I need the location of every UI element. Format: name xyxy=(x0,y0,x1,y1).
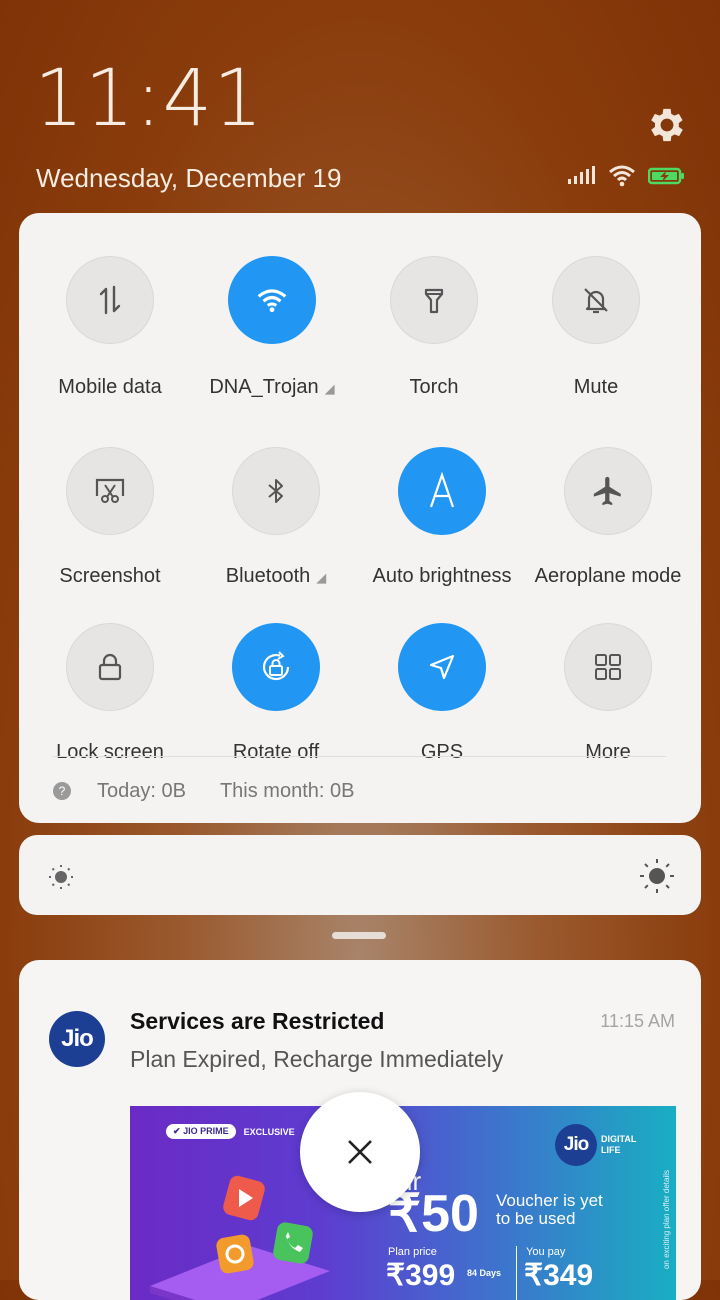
tile-screenshot[interactable]: Screenshot xyxy=(28,447,192,588)
tile-wifi[interactable]: DNA_Trojan ◢ xyxy=(190,256,354,399)
tile-label: GPS xyxy=(420,741,464,763)
tile-label: Rotate off xyxy=(232,741,320,763)
brightness-low-icon xyxy=(47,863,75,896)
tile-gps[interactable]: GPS xyxy=(360,623,524,764)
tile-label: Torch xyxy=(409,376,459,398)
tile-mute[interactable]: Mute xyxy=(514,256,678,399)
lock-icon xyxy=(66,623,154,711)
digital-life-text: DIGITAL LIFE xyxy=(601,1134,637,1155)
tile-more[interactable]: More xyxy=(526,623,690,764)
tile-bluetooth[interactable]: Bluetooth ◢ xyxy=(194,447,358,588)
settings-gear-icon[interactable] xyxy=(645,103,689,147)
tile-label: DNA_Trojan ◢ xyxy=(209,376,335,398)
battery-charging-icon xyxy=(647,166,686,191)
rotate-lock-icon xyxy=(232,623,320,711)
clock-time[interactable]: 11:41 xyxy=(34,60,264,138)
notification-title: Services are Restricted xyxy=(130,1008,385,1034)
usage-month: This month: 0B xyxy=(219,779,355,802)
jio-app-logo: Jio xyxy=(49,1011,105,1067)
tile-torch[interactable]: Torch xyxy=(352,256,516,399)
data-usage[interactable]: ? Today: 0B This month: 0B xyxy=(53,778,354,804)
badge-label: ✔ JIO PRIME xyxy=(166,1124,236,1139)
jio-prime-badge: ✔ JIO PRIME EXCLUSIVE xyxy=(166,1124,295,1139)
brightness-high-icon xyxy=(638,857,676,900)
close-icon xyxy=(348,1140,372,1164)
date-text[interactable]: Wednesday, December 19 xyxy=(36,163,341,194)
tile-lock-screen[interactable]: Lock screen xyxy=(28,623,192,764)
bluetooth-icon xyxy=(232,447,320,535)
torch-icon xyxy=(390,256,478,344)
auto-brightness-icon xyxy=(398,447,486,535)
brightness-slider[interactable] xyxy=(19,835,701,915)
mute-icon xyxy=(552,256,640,344)
help-icon: ? xyxy=(53,782,71,800)
divider xyxy=(52,756,666,757)
tile-label: Lock screen xyxy=(56,741,164,763)
tile-label: Mobile data xyxy=(58,376,162,398)
wifi-icon xyxy=(228,256,316,344)
tile-label: Mute xyxy=(573,376,619,398)
plan-price-label: Plan price xyxy=(388,1246,437,1258)
tile-label: Screenshot xyxy=(59,565,161,587)
usage-today: Today: 0B xyxy=(97,779,186,802)
wifi-icon xyxy=(608,165,636,192)
close-button[interactable] xyxy=(300,1092,420,1212)
jio-digital-life-logo: Jio DIGITAL LIFE xyxy=(555,1124,636,1166)
notification-time: 11:15 AM xyxy=(600,1011,675,1031)
aeroplane-icon xyxy=(564,447,652,535)
price-divider xyxy=(516,1246,517,1300)
grid-icon xyxy=(564,623,652,711)
tile-label: Auto brightness xyxy=(372,565,512,587)
you-pay-label: You pay xyxy=(526,1246,566,1258)
tile-label: Aeroplane mode xyxy=(534,565,682,587)
tile-rotate[interactable]: Rotate off xyxy=(194,623,358,764)
expand-triangle-icon: ◢ xyxy=(324,381,335,396)
plan-days: 84 Days xyxy=(467,1268,502,1278)
notification-text: Plan Expired, Recharge Immediately xyxy=(130,1046,504,1072)
jio-mini-logo: Jio xyxy=(555,1124,597,1166)
signal-icon xyxy=(566,165,596,191)
plan-price: ₹399 xyxy=(386,1259,456,1292)
tile-label: More xyxy=(585,741,631,763)
mobile-data-icon xyxy=(66,256,154,344)
tile-mobile-data[interactable]: Mobile data xyxy=(28,256,192,399)
check-icon: ✔ xyxy=(173,1126,181,1136)
screenshot-icon xyxy=(66,447,154,535)
expand-triangle-icon: ◢ xyxy=(316,570,327,585)
gps-icon xyxy=(398,623,486,711)
you-pay-price: ₹349 xyxy=(524,1259,594,1292)
status-bar-icons xyxy=(566,163,686,193)
panel-drag-handle[interactable] xyxy=(332,932,386,939)
tile-label: Bluetooth ◢ xyxy=(225,565,327,587)
tile-aeroplane-mode[interactable]: Aeroplane mode xyxy=(526,447,690,588)
tile-auto-brightness[interactable]: Auto brightness xyxy=(360,447,524,588)
quick-settings-panel: Mobile data DNA_Trojan ◢ Torch Mute Scre… xyxy=(19,213,701,823)
side-text: on exciting plan offer details xyxy=(662,1170,671,1270)
badge-suffix: EXCLUSIVE xyxy=(243,1126,295,1137)
voucher-text: Voucher is yet to be used xyxy=(496,1191,603,1228)
